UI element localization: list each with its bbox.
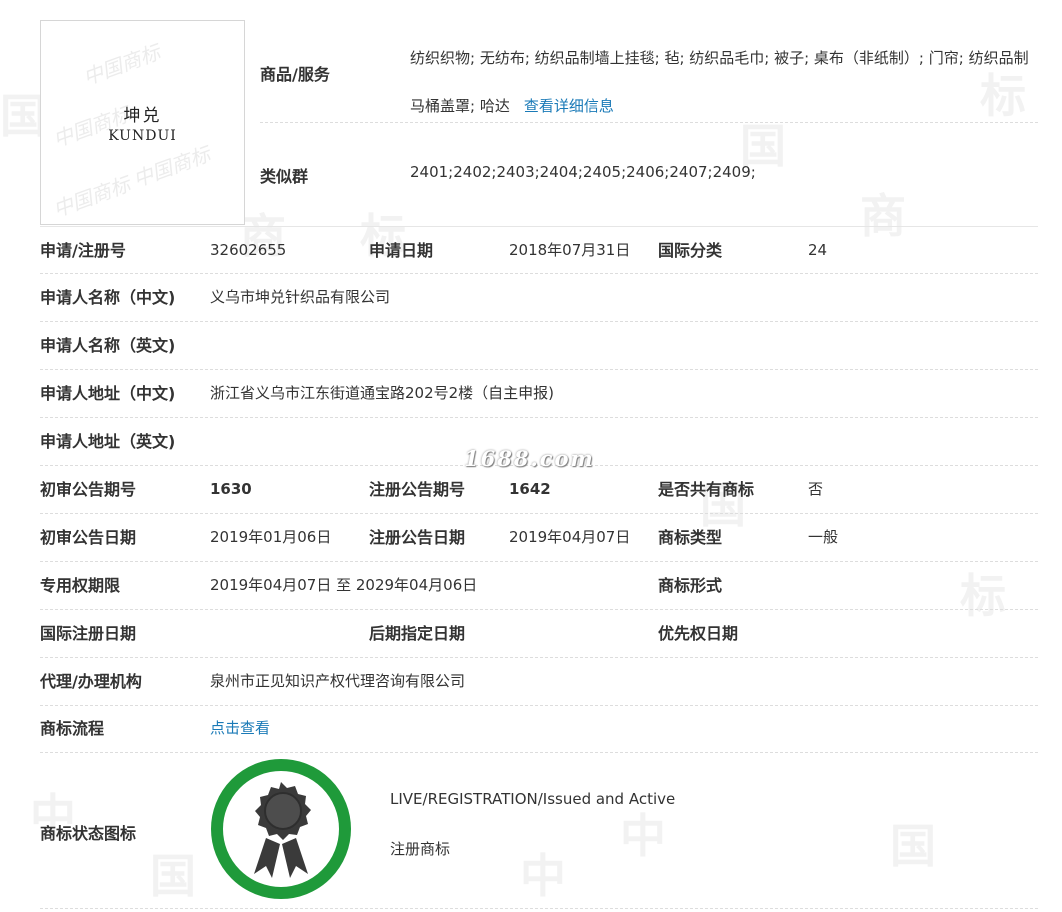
trademark-image: 中国商标 中国商标 中国商标 中国商标 坤兑 KUNDUI — [40, 20, 245, 225]
similar-group-value: 2401;2402;2403;2404;2405;2406;2407;2409; — [410, 163, 756, 181]
status-text-cn: 注册商标 — [390, 840, 451, 858]
registration-row: 申请/注册号 32602655 申请日期 2018年07月31日 国际分类 24 — [40, 226, 1038, 274]
intl-class-value: 24 — [808, 241, 828, 259]
status-label: 商标状态图标 — [40, 824, 137, 843]
prelim-date-value: 2019年01月06日 — [210, 528, 332, 546]
tm-form-label: 商标形式 — [658, 576, 723, 595]
address-en-label: 申请人地址（英文) — [40, 432, 176, 451]
status-row: 商标状态图标 LIVE/REGISTRATION/Issued and Acti… — [40, 752, 1038, 909]
applicant-en-row: 申请人名称（英文) — [40, 322, 1038, 370]
trademark-logo: 坤兑 KUNDUI — [41, 101, 244, 144]
view-details-link[interactable]: 查看详细信息 — [524, 97, 614, 115]
tm-type-value: 一般 — [808, 528, 839, 546]
prelim-no-value: 1630 — [210, 480, 252, 498]
agent-label: 代理/办理机构 — [40, 672, 142, 691]
reg-pub-no-value: 1642 — [509, 480, 551, 498]
reg-no-value: 32602655 — [210, 241, 287, 259]
applicant-en-label: 申请人名称（英文) — [40, 336, 176, 355]
reg-no-label: 申请/注册号 — [40, 241, 126, 260]
priority-date-label: 优先权日期 — [658, 624, 739, 643]
reg-pub-date-label: 注册公告日期 — [369, 528, 466, 547]
logo-watermark: 中国商标 — [49, 171, 134, 222]
intl-class-label: 国际分类 — [658, 241, 723, 260]
status-text-en: LIVE/REGISTRATION/Issued and Active — [390, 790, 676, 808]
address-cn-row: 申请人地址（中文) 浙江省义乌市江东街道通宝路202号2楼（自主申报) — [40, 370, 1038, 418]
apply-date-value: 2018年07月31日 — [509, 241, 631, 259]
exclusive-period-row: 专用权期限 2019年04月07日 至 2029年04月06日 商标形式 — [40, 562, 1038, 610]
dates-row: 国际注册日期 后期指定日期 优先权日期 — [40, 610, 1038, 658]
applicant-cn-value: 义乌市坤兑针织品有限公司 — [210, 288, 391, 306]
shared-label: 是否共有商标 — [658, 480, 755, 499]
announcement-date-row: 初审公告日期 2019年01月06日 注册公告日期 2019年04月07日 商标… — [40, 514, 1038, 562]
agent-value: 泉州市正见知识产权代理咨询有限公司 — [210, 672, 466, 690]
goods-services-value: 纺织织物; 无纺布; 纺织品制墙上挂毯; 毡; 纺织品毛巾; 被子; 桌布（非纸… — [410, 34, 1038, 130]
logo-watermark: 中国商标 — [129, 141, 214, 192]
reg-pub-date-value: 2019年04月07日 — [509, 528, 631, 546]
trademark-name-en: KUNDUI — [108, 128, 177, 144]
apply-date-label: 申请日期 — [369, 241, 434, 260]
process-row: 商标流程 点击查看 — [40, 705, 1038, 753]
similar-group-label: 类似群 — [260, 167, 309, 186]
trademark-name-cn: 坤兑 — [123, 106, 162, 126]
later-designation-label: 后期指定日期 — [369, 624, 466, 643]
goods-services-row: 商品/服务 纺织织物; 无纺布; 纺织品制墙上挂毯; 毡; 纺织品毛巾; 被子;… — [260, 20, 1038, 123]
address-cn-label: 申请人地址（中文) — [40, 384, 176, 403]
award-ribbon-icon — [211, 759, 351, 899]
prelim-date-label: 初审公告日期 — [40, 528, 137, 547]
announcement-no-row: 初审公告期号 1630 注册公告期号 1642 是否共有商标 否 — [40, 466, 1038, 514]
similar-group-row: 类似群 2401;2402;2403;2404;2405;2406;2407;2… — [260, 123, 1038, 226]
goods-services-label: 商品/服务 — [260, 65, 330, 84]
reg-pub-no-label: 注册公告期号 — [369, 480, 466, 499]
logo-watermark: 中国商标 — [79, 39, 164, 90]
prelim-no-label: 初审公告期号 — [40, 480, 137, 499]
shared-value: 否 — [808, 480, 824, 498]
view-process-link[interactable]: 点击查看 — [210, 705, 270, 752]
goods-list: 纺织织物; 无纺布; 纺织品制墙上挂毯; 毡; 纺织品毛巾; 被子; 桌布（非纸… — [410, 49, 1029, 115]
exclusive-period-value: 2019年04月07日 至 2029年04月06日 — [210, 576, 478, 594]
site-watermark: 1688.com — [464, 446, 595, 471]
process-label: 商标流程 — [40, 719, 105, 738]
intl-reg-date-label: 国际注册日期 — [40, 624, 137, 643]
trademark-detail-panel: 中国商标 中国商标 中国商标 中国商标 坤兑 KUNDUI 商品/服务 纺织织物… — [0, 0, 1062, 912]
address-cn-value: 浙江省义乌市江东街道通宝路202号2楼（自主申报) — [210, 384, 555, 402]
exclusive-period-label: 专用权期限 — [40, 576, 121, 595]
applicant-cn-row: 申请人名称（中文) 义乌市坤兑针织品有限公司 — [40, 274, 1038, 322]
agent-row: 代理/办理机构 泉州市正见知识产权代理咨询有限公司 — [40, 658, 1038, 706]
applicant-cn-label: 申请人名称（中文) — [40, 288, 176, 307]
tm-type-label: 商标类型 — [658, 528, 723, 547]
